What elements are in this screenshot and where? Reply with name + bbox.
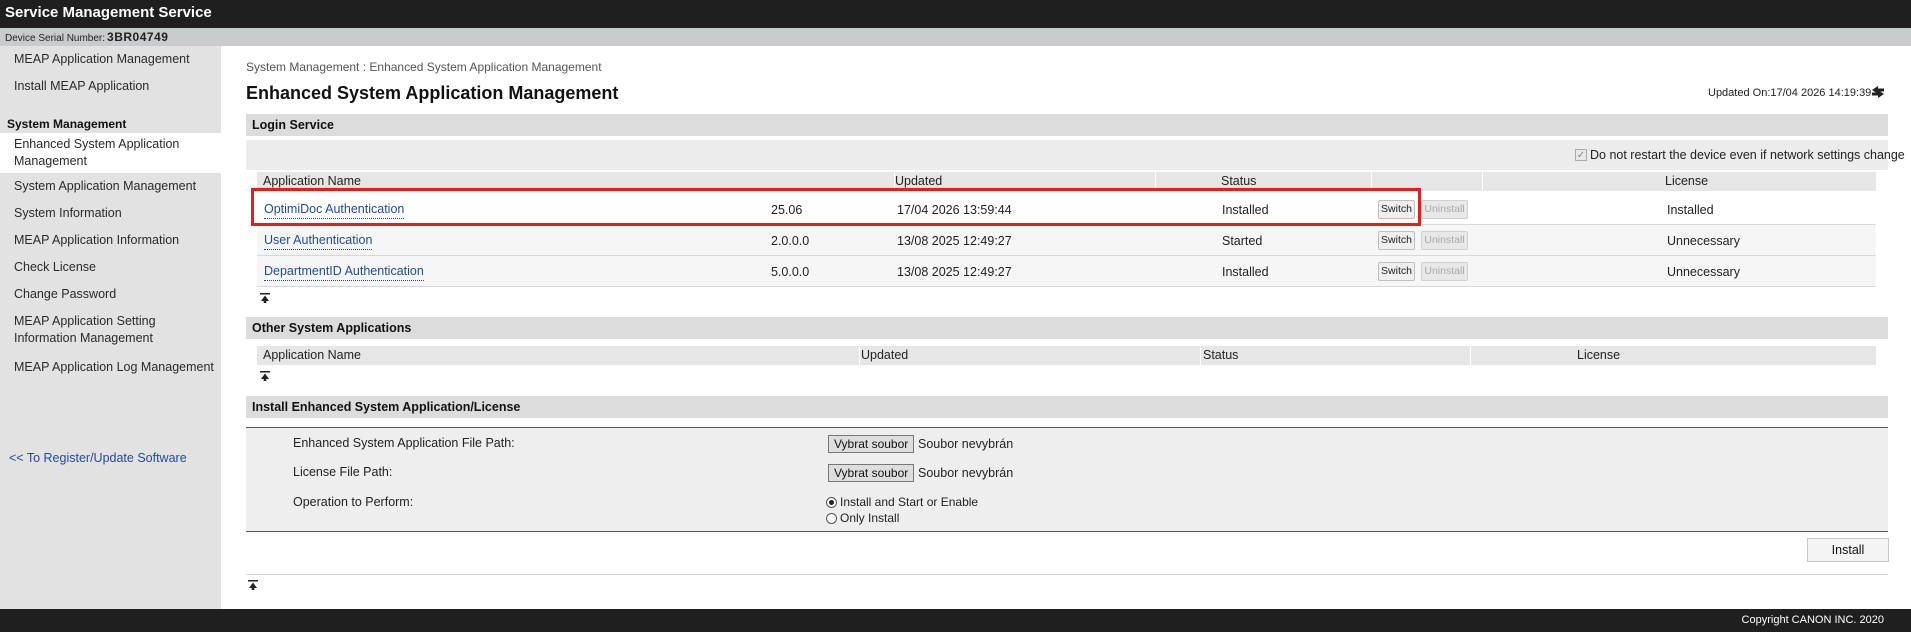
sidebar-item-meap-application-log-management[interactable]: MEAP Application Log Management xyxy=(0,354,221,381)
app-license: Unnecessary xyxy=(1667,265,1740,279)
sidebar-item-meap-application-setting-information-management[interactable]: MEAP Application Setting Information Man… xyxy=(0,308,221,348)
copyright: Copyright CANON INC. 2020 xyxy=(1741,614,1884,626)
app-license: Unnecessary xyxy=(1667,234,1740,248)
col-separator xyxy=(1200,346,1201,365)
sidebar-item-install-meap-application[interactable]: Install MEAP Application xyxy=(0,73,221,100)
col-application-name: Application Name xyxy=(263,348,361,362)
sidebar-item-system-information[interactable]: System Information xyxy=(0,200,221,227)
page-title: Enhanced System Application Management xyxy=(246,83,619,103)
updated-on-timestamp: Updated On:17/04 2026 14:19:39 xyxy=(1708,87,1872,99)
license-file-path-label: License File Path: xyxy=(293,465,393,479)
app-link-optimidoc-authentication[interactable]: OptimiDoc Authentication xyxy=(264,202,405,219)
login-service-heading: Login Service xyxy=(246,114,1888,136)
other-system-applications-heading: Other System Applications xyxy=(246,317,1888,339)
app-updated: 13/08 2025 12:49:27 xyxy=(897,265,1012,279)
app-link-departmentid-authentication[interactable]: DepartmentID Authentication xyxy=(264,264,424,281)
back-to-top-icon[interactable] xyxy=(248,580,258,590)
switch-button[interactable]: Switch xyxy=(1378,231,1415,250)
col-updated: Updated xyxy=(861,348,909,362)
divider xyxy=(246,574,1888,575)
app-version: 25.06 xyxy=(771,203,803,217)
no-restart-label: Do not restart the device even if networ… xyxy=(1590,148,1905,162)
no-restart-option[interactable]: ✓ Do not restart the device even if netw… xyxy=(1575,148,1905,162)
device-serial-bar: Device Serial Number: 3BR04749 xyxy=(0,28,1911,46)
back-to-top-icon[interactable] xyxy=(260,371,270,381)
option-install-and-start[interactable]: Install and Start or Enable xyxy=(826,495,978,509)
no-restart-checkbox[interactable]: ✓ xyxy=(1575,149,1587,161)
app-version: 5.0.0.0 xyxy=(771,265,810,279)
app-license: Installed xyxy=(1667,203,1714,217)
uninstall-button[interactable]: Uninstall xyxy=(1421,231,1468,250)
sidebar-item-meap-application-management[interactable]: MEAP Application Management xyxy=(0,46,221,73)
col-separator xyxy=(1371,172,1372,191)
sidebar-item-system-application-management[interactable]: System Application Management xyxy=(0,173,221,200)
login-service-table-header: Application Name Updated Status License xyxy=(257,172,1876,191)
app-link-user-authentication[interactable]: User Authentication xyxy=(264,233,373,250)
app-status: Installed xyxy=(1222,203,1269,217)
radio-only-install[interactable] xyxy=(826,512,837,524)
register-update-software-link[interactable]: << To Register/Update Software xyxy=(9,451,187,465)
col-separator xyxy=(859,346,860,365)
sidebar-item-change-password[interactable]: Change Password xyxy=(0,281,221,308)
sidebar: MEAP Application Management Install MEAP… xyxy=(0,46,221,609)
sidebar-section-system-management: System Management xyxy=(7,117,127,131)
app-version: 2.0.0.0 xyxy=(771,234,810,248)
col-application-name: Application Name xyxy=(263,174,361,188)
footer: Copyright CANON INC. 2020 xyxy=(0,609,1911,632)
install-button[interactable]: Install xyxy=(1807,538,1889,562)
app-file-status: Soubor nevybrán xyxy=(918,437,1014,451)
sidebar-item-check-license[interactable]: Check License xyxy=(0,254,221,281)
refresh-icon[interactable] xyxy=(1869,84,1887,100)
option-only-install[interactable]: Only Install xyxy=(826,511,899,525)
app-status: Installed xyxy=(1222,265,1269,279)
table-row: DepartmentID Authentication 5.0.0.0 13/0… xyxy=(257,256,1876,287)
col-separator xyxy=(1470,346,1471,365)
col-license: License xyxy=(1665,174,1709,188)
table-row: User Authentication 2.0.0.0 13/08 2025 1… xyxy=(257,225,1876,256)
app-title-bar: Service Management Service xyxy=(0,0,1911,28)
app-status: Started xyxy=(1222,234,1263,248)
col-license: License xyxy=(1577,348,1621,362)
col-updated: Updated xyxy=(895,174,943,188)
app-file-path-label: Enhanced System Application File Path: xyxy=(293,436,515,450)
option-install-and-start-label: Install and Start or Enable xyxy=(840,495,979,509)
sidebar-item-meap-application-information[interactable]: MEAP Application Information xyxy=(0,227,221,254)
license-file-status: Soubor nevybrán xyxy=(918,466,1014,480)
app-title: Service Management Service xyxy=(5,4,212,21)
other-apps-table-header: Application Name Updated Status License xyxy=(257,346,1876,365)
operation-label: Operation to Perform: xyxy=(293,495,414,509)
app-updated: 17/04 2026 13:59:44 xyxy=(897,203,1012,217)
license-file-browse-button[interactable]: Vybrat soubor xyxy=(828,464,915,482)
serial-label: Device Serial Number: xyxy=(5,33,106,44)
sidebar-item-enhanced-system-application-management[interactable]: Enhanced System Application Management xyxy=(0,133,221,173)
uninstall-button[interactable]: Uninstall xyxy=(1421,262,1468,281)
switch-button[interactable]: Switch xyxy=(1378,262,1415,281)
col-separator xyxy=(1155,172,1156,191)
app-file-browse-button[interactable]: Vybrat soubor xyxy=(828,435,915,453)
install-section-heading: Install Enhanced System Application/Lice… xyxy=(246,396,1888,418)
table-row: OptimiDoc Authentication 25.06 17/04 202… xyxy=(257,194,1876,225)
breadcrumb: System Management : Enhanced System Appl… xyxy=(246,60,602,74)
serial-number: 3BR04749 xyxy=(107,30,169,44)
col-status: Status xyxy=(1203,348,1239,362)
switch-button[interactable]: Switch xyxy=(1378,200,1415,219)
app-updated: 13/08 2025 12:49:27 xyxy=(897,234,1012,248)
option-only-install-label: Only Install xyxy=(840,511,900,525)
back-to-top-icon[interactable] xyxy=(260,293,270,303)
col-separator xyxy=(1482,172,1483,191)
radio-install-and-start[interactable] xyxy=(826,496,837,508)
col-status: Status xyxy=(1221,174,1257,188)
uninstall-button[interactable]: Uninstall xyxy=(1421,200,1468,219)
